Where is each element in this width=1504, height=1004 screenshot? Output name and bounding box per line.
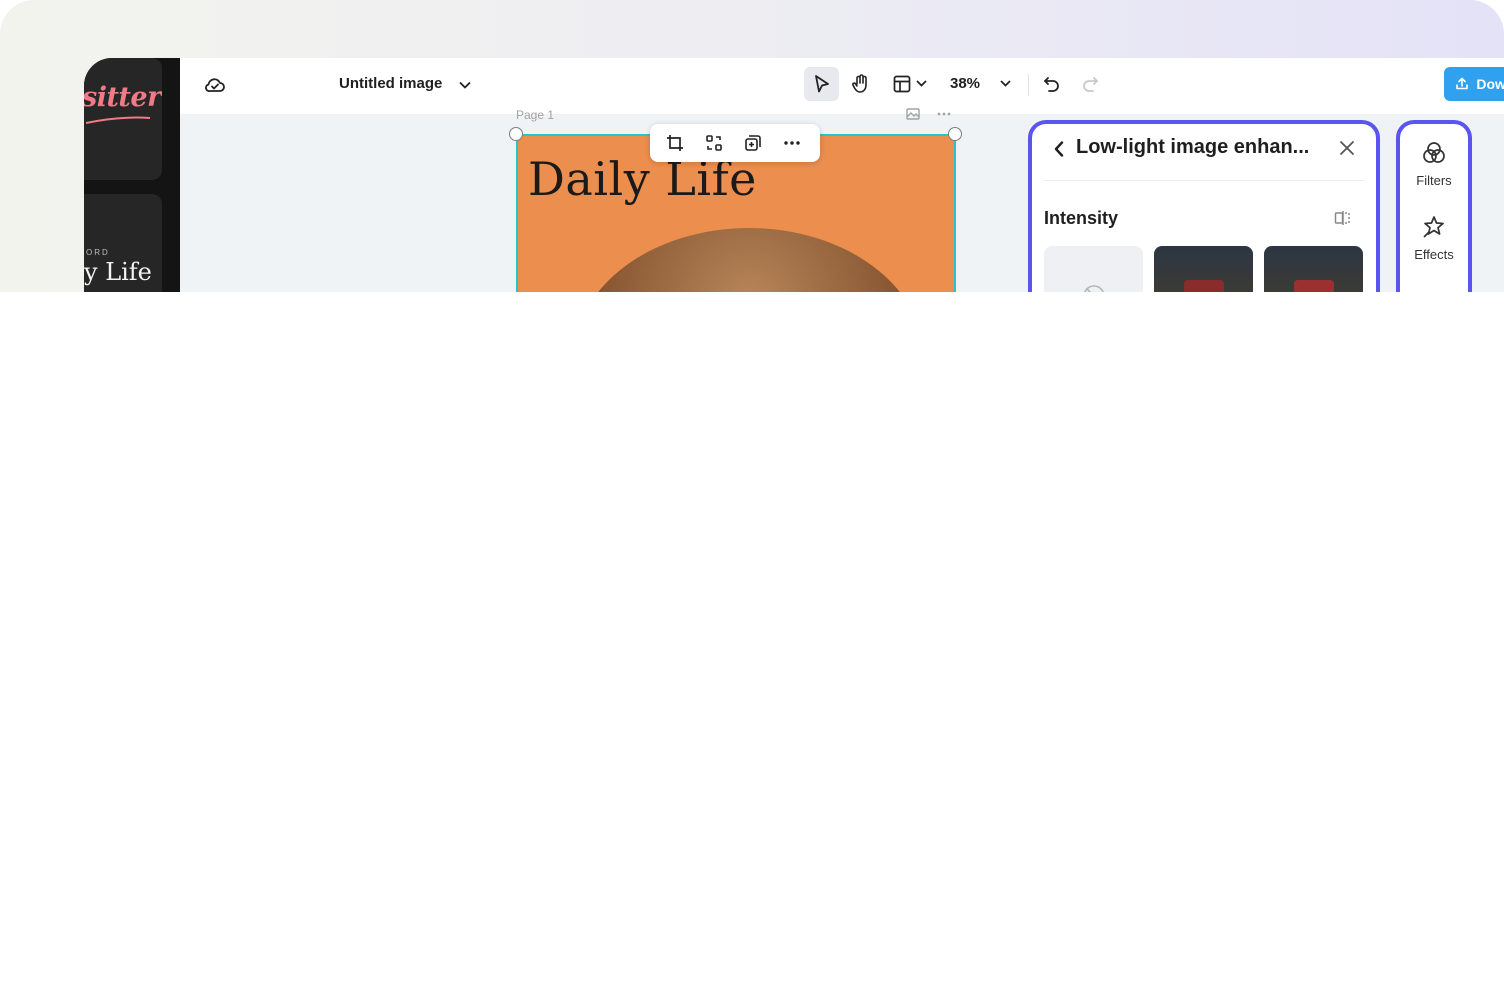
thumb-photo-subject [1184,280,1224,292]
chevron-down-icon[interactable] [998,76,1012,90]
resize-handle[interactable] [948,127,962,141]
undo-icon[interactable] [1040,72,1064,96]
screenshot-strip: sitter ORD y Life Untitled image 38% Dow… [0,0,1504,292]
effects-icon [1423,216,1444,238]
panel-divider [1044,180,1364,181]
swoosh-decoration [85,116,151,124]
side-tools-panel: Filters Effects [1396,120,1472,292]
filters-tool[interactable]: Filters [1400,140,1468,188]
zoom-level[interactable]: 38% [950,75,980,92]
more-icon[interactable] [782,133,802,153]
intensity-label: Intensity [1044,208,1119,228]
replace-icon[interactable] [704,133,724,153]
document-title[interactable]: Untitled image [339,75,442,92]
page-more-icon[interactable] [934,106,954,122]
filters-icon [1423,142,1445,163]
filters-label: Filters [1416,173,1452,188]
template-title: sitter [84,82,161,113]
cloud-sync-icon[interactable] [202,72,228,98]
top-toolbar: Untitled image 38% Dow [180,58,1504,114]
effects-tool[interactable]: Effects [1400,214,1468,262]
portrait-photo[interactable] [574,228,924,292]
page-label: Page 1 [516,108,555,122]
template-rail: sitter ORD y Life [84,58,180,292]
low-light-enhance-panel: Low-light image enhan... Intensity [1028,120,1380,292]
layout-icon[interactable] [890,72,914,96]
panel-title: Low-light image enhan... [1076,136,1310,158]
chevron-down-icon[interactable] [454,74,476,96]
floating-toolbar [650,124,820,162]
compare-icon[interactable] [1332,208,1354,228]
upload-icon [1456,77,1469,90]
editor-window: sitter ORD y Life Untitled image 38% Dow… [84,58,1504,292]
image-settings-icon[interactable] [904,106,922,122]
duplicate-icon[interactable] [743,133,763,153]
template-title: y Life [84,258,152,286]
template-card[interactable]: sitter [84,58,162,180]
thumb-photo-subject [1294,280,1334,292]
template-card[interactable]: ORD y Life [84,194,162,292]
close-icon[interactable] [1336,137,1358,159]
crop-icon[interactable] [665,133,685,153]
hand-tool-icon[interactable] [848,71,874,97]
effects-label: Effects [1414,247,1454,262]
toolbar-divider [1028,74,1029,96]
intensity-none-option[interactable] [1044,246,1143,292]
download-all-label: Download all [1476,76,1504,92]
none-icon [1083,285,1105,292]
chevron-down-icon[interactable] [914,76,928,90]
redo-icon[interactable] [1078,72,1102,96]
template-subtitle: ORD [86,248,110,257]
select-tool-button[interactable] [804,67,839,101]
resize-handle[interactable] [509,127,523,141]
back-icon[interactable] [1048,138,1070,160]
intensity-low-option[interactable] [1154,246,1253,292]
download-all-button[interactable]: Download all [1444,67,1504,101]
intensity-high-option[interactable] [1264,246,1363,292]
